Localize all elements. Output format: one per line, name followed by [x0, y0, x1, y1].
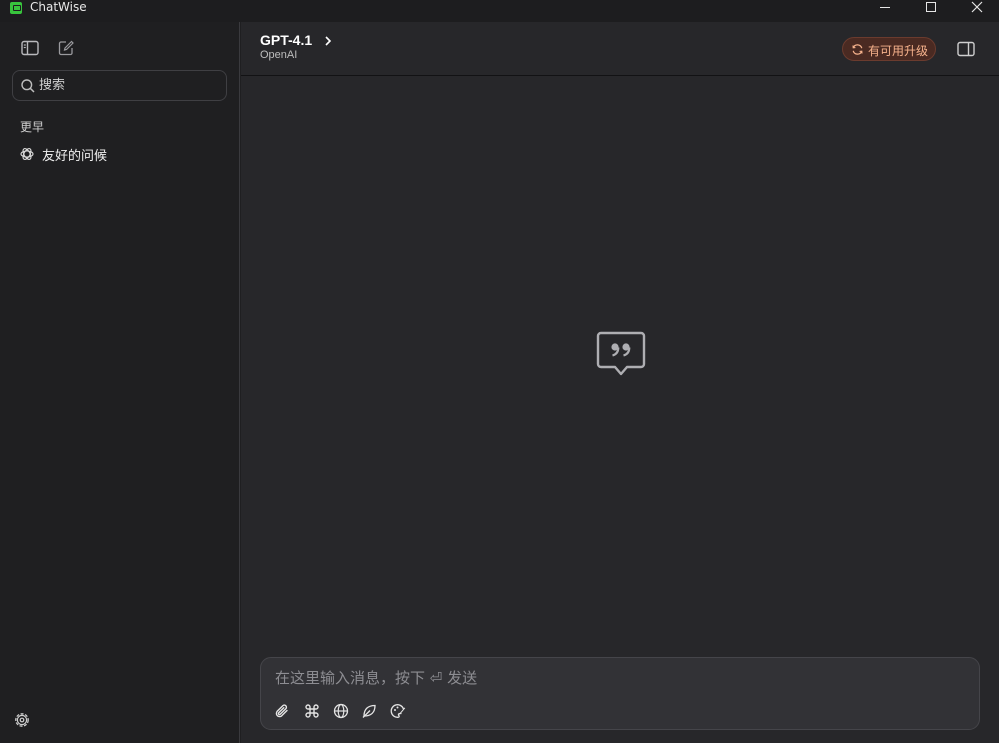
leaf-button[interactable]: [358, 700, 380, 722]
attach-button[interactable]: [271, 700, 293, 722]
sidebar-icon: [21, 40, 39, 56]
palette-icon: [390, 704, 406, 718]
edit-icon: [58, 40, 74, 56]
palette-button[interactable]: [387, 700, 409, 722]
upgrade-label: 有可用升级: [868, 44, 929, 58]
command-button[interactable]: [301, 700, 323, 722]
leaf-icon: [362, 704, 376, 718]
chat-title: 友好的问候: [42, 149, 108, 164]
title-bar: ChatWise: [0, 0, 999, 22]
web-search-button[interactable]: [330, 700, 352, 722]
gear-icon: [15, 713, 29, 727]
close-icon: [971, 1, 983, 13]
message-input[interactable]: [275, 666, 965, 690]
provider-label: OpenAI: [260, 49, 298, 61]
search-box[interactable]: [12, 70, 227, 101]
close-button[interactable]: [954, 0, 999, 14]
maximize-icon: [926, 2, 936, 12]
settings-button[interactable]: [10, 708, 34, 732]
chevron-right-icon[interactable]: [321, 34, 335, 48]
maximize-button[interactable]: [908, 0, 954, 14]
globe-icon: [333, 703, 349, 719]
search-input[interactable]: [39, 71, 224, 100]
attach-icon: [275, 704, 288, 718]
right-panel-icon: [957, 41, 975, 57]
app-window: ChatWise 搜索 更早 友好的问候 GPT-4.1 OpenAI 有可用升…: [0, 0, 999, 743]
new-chat-button[interactable]: [54, 36, 78, 60]
refresh-icon: [852, 44, 863, 55]
openai-icon: [20, 148, 34, 160]
minimize-button[interactable]: [862, 0, 908, 14]
command-icon: [305, 704, 319, 718]
chat-list-item[interactable]: 友好的问候: [12, 141, 227, 167]
model-selector[interactable]: GPT-4.1: [260, 32, 312, 48]
toggle-sidebar-button[interactable]: [18, 36, 42, 60]
sidebar: 更早 友好的问候: [0, 22, 240, 743]
search-icon: [21, 79, 35, 93]
message-composer: [260, 657, 980, 730]
section-label-earlier: 更早: [20, 120, 45, 134]
chat-header: GPT-4.1 OpenAI 有可用升级: [241, 22, 999, 76]
chat-main: GPT-4.1 OpenAI 有可用升级: [241, 22, 999, 743]
upgrade-available-button[interactable]: 有可用升级: [842, 37, 936, 61]
minimize-icon: [880, 6, 890, 8]
quote-bubble-icon: [596, 331, 646, 376]
app-title: ChatWise: [30, 0, 87, 14]
toggle-right-panel-button[interactable]: [954, 37, 978, 61]
app-logo-icon: [10, 2, 22, 14]
